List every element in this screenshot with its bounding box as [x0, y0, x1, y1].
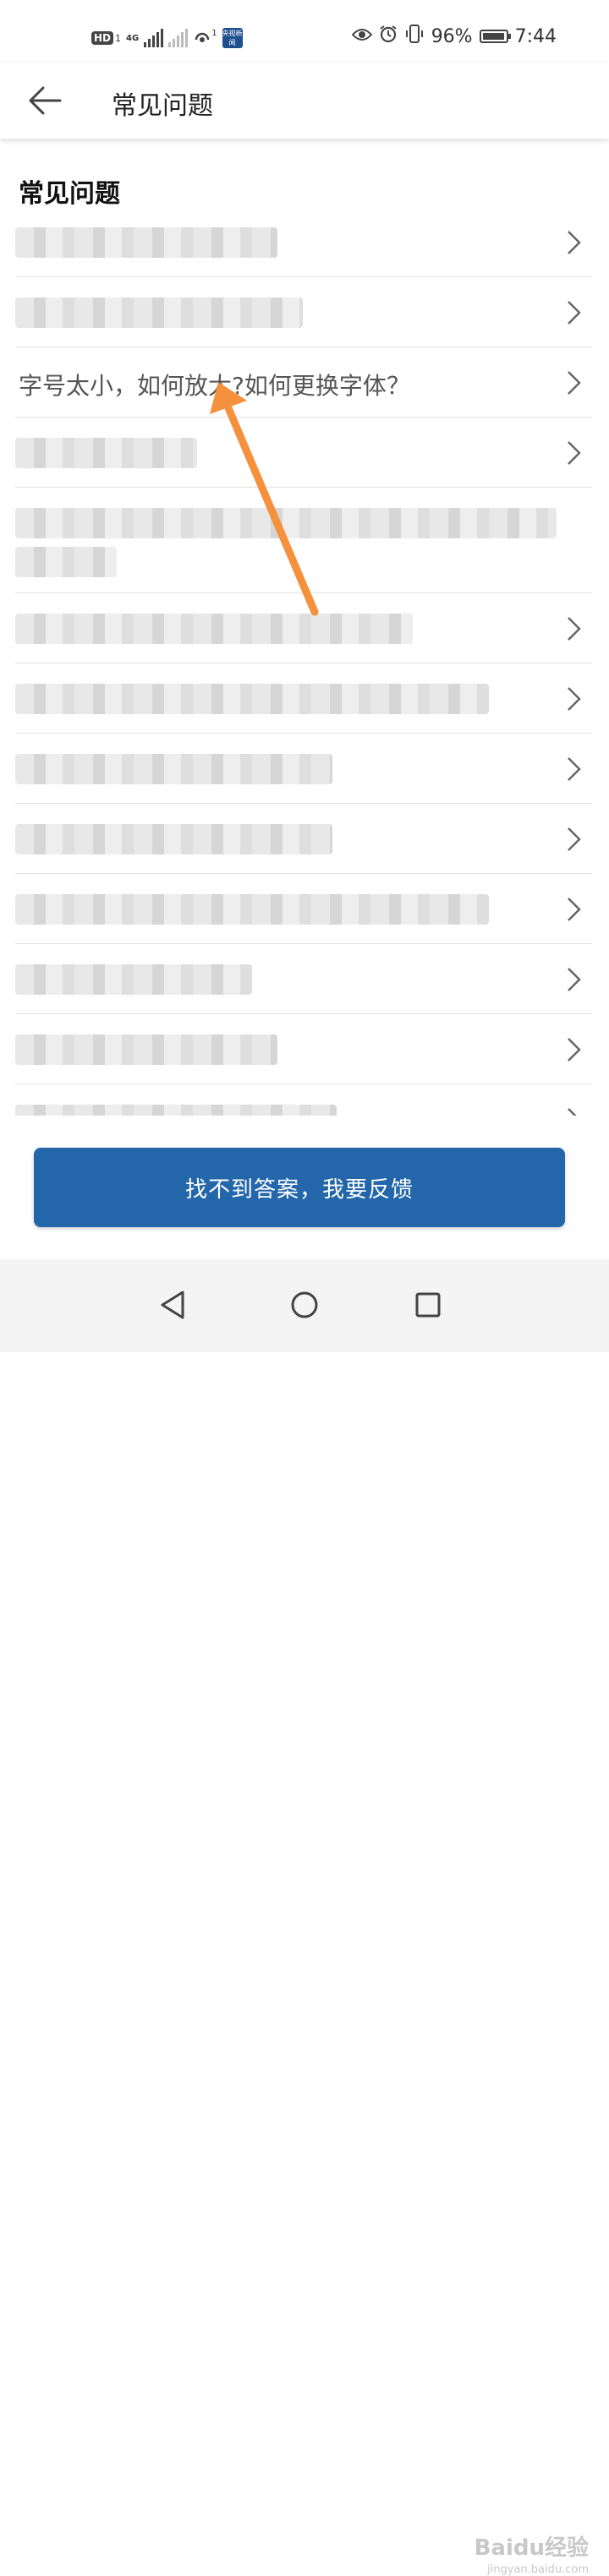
section-title: 常见问题 — [19, 179, 120, 209]
chevron-right-icon — [568, 687, 581, 711]
faq-item[interactable] — [15, 734, 592, 804]
signal-icon — [144, 29, 164, 47]
faq-item[interactable] — [15, 418, 592, 488]
home-circle-icon — [291, 1291, 318, 1318]
faq-item[interactable] — [15, 593, 592, 663]
faq-item-label-redacted — [15, 614, 413, 644]
chevron-right-icon — [568, 371, 581, 395]
status-right: 96% 7:44 — [351, 24, 557, 49]
baidu-watermark: Baidu经验 jingyan.baidu.com — [475, 2530, 589, 2576]
faq-list: 字号太小，如何放大?如何更换字体？ — [0, 207, 609, 1154]
chevron-right-icon — [568, 898, 581, 921]
faq-item-label: 字号太小，如何放大?如何更换字体？ — [19, 372, 410, 400]
hotspot-icon — [193, 27, 211, 50]
battery-icon — [479, 30, 511, 43]
faq-item[interactable]: 字号太小，如何放大?如何更换字体？ — [15, 347, 592, 418]
chevron-right-icon — [568, 301, 581, 325]
hotspot-count: 1 — [211, 28, 217, 38]
alarm-icon — [379, 25, 398, 48]
chevron-right-icon — [568, 1038, 581, 1062]
watermark-brand: Baidu经验 — [474, 2535, 589, 2561]
faq-item-label-redacted — [15, 824, 332, 854]
recents-square-icon — [415, 1292, 441, 1318]
eye-icon — [351, 26, 373, 47]
signal-2-icon — [168, 29, 189, 47]
news-app-icon: 央视新闻 — [222, 28, 243, 48]
battery-percent: 96% — [431, 25, 473, 47]
faq-item-label-redacted — [15, 1034, 277, 1065]
faq-item[interactable] — [15, 207, 592, 277]
chevron-right-icon — [568, 617, 581, 641]
back-triangle-icon — [161, 1291, 184, 1319]
page-title: 常见问题 — [112, 91, 213, 121]
chevron-right-icon — [568, 231, 581, 254]
faq-item-label-redacted — [15, 684, 489, 714]
app-bar: 常见问题 — [0, 63, 609, 139]
faq-item-label-redacted — [15, 438, 197, 468]
faq-item-label-redacted — [15, 297, 303, 328]
faq-item[interactable] — [15, 277, 592, 347]
faq-item[interactable] — [15, 804, 592, 874]
clock: 7:44 — [514, 25, 557, 47]
navigation-bar: Baidu经验 jingyan.baidu.com — [0, 1259, 609, 2576]
vibrate-icon — [404, 24, 425, 49]
network-label: 4G — [126, 33, 140, 43]
nav-home-button[interactable] — [279, 1280, 330, 1330]
hd-icon: HD — [91, 31, 114, 45]
back-arrow-icon — [29, 86, 62, 115]
faq-item-label-redacted — [15, 227, 277, 258]
chevron-right-icon — [568, 968, 581, 991]
faq-item[interactable] — [15, 874, 592, 944]
nav-recents-button[interactable] — [403, 1280, 453, 1330]
faq-item-label-redacted — [15, 508, 557, 538]
sim-number: 1 — [115, 32, 122, 44]
faq-item-label-redacted — [15, 754, 332, 784]
watermark-url: jingyan.baidu.com — [487, 2563, 589, 2576]
faq-item[interactable] — [15, 663, 592, 734]
back-button[interactable] — [24, 81, 66, 120]
feedback-button[interactable]: 找不到答案，我要反馈 — [34, 1148, 565, 1227]
faq-item[interactable] — [15, 488, 592, 593]
status-left: HD 1 4G 1 央视新闻 — [91, 25, 243, 51]
faq-item[interactable] — [15, 1014, 592, 1084]
chevron-right-icon — [568, 757, 581, 781]
faq-item-label-redacted — [15, 964, 252, 995]
faq-item-label-redacted — [15, 894, 489, 925]
battery-fill — [482, 33, 504, 40]
chevron-right-icon — [568, 827, 581, 851]
faq-item-label-redacted — [15, 547, 117, 577]
chevron-right-icon — [568, 441, 581, 465]
nav-back-button[interactable] — [147, 1280, 198, 1330]
faq-item[interactable] — [15, 944, 592, 1014]
